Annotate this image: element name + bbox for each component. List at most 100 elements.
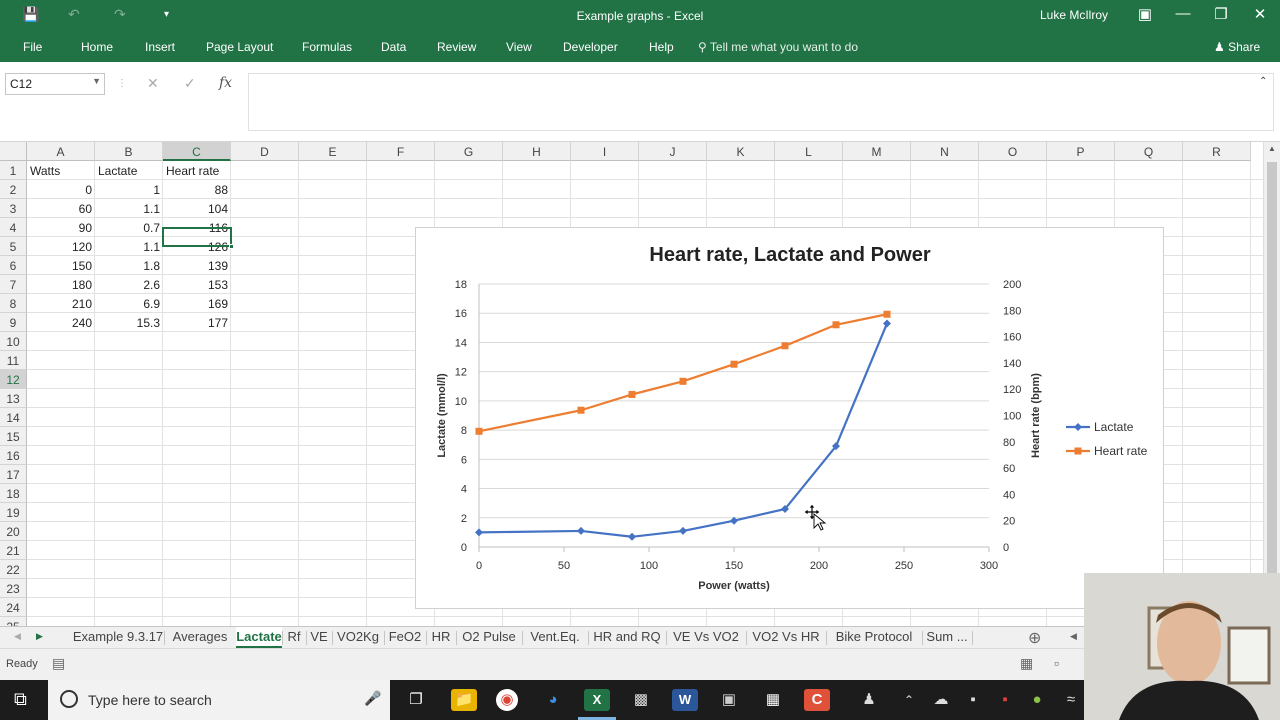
column-header-l[interactable]: L [775, 142, 843, 161]
close-icon[interactable]: ✕ [1245, 5, 1275, 23]
column-header-m[interactable]: M [843, 142, 911, 161]
tab-file[interactable]: File [23, 40, 42, 54]
cell-a8[interactable]: 210 [27, 294, 95, 313]
windows-start-icon[interactable]: ⧉ [14, 689, 27, 710]
column-header-o[interactable]: O [979, 142, 1047, 161]
tab-review[interactable]: Review [437, 40, 476, 54]
cell-b1[interactable]: Lactate [95, 161, 163, 180]
chevron-down-icon[interactable]: ▼ [92, 76, 101, 86]
sheet-tab[interactable]: Bike Protocol [826, 627, 922, 648]
name-box[interactable]: C12 ▼ [5, 73, 105, 95]
sheet-tab[interactable]: HR [426, 627, 456, 648]
row-header-16[interactable]: 16 [0, 446, 27, 465]
scroll-up-icon[interactable]: ▲ [1268, 144, 1276, 153]
cell-b4[interactable]: 0.7 [95, 218, 163, 237]
tell-me-search[interactable]: ⚲ Tell me what you want to do [698, 40, 858, 54]
column-header-g[interactable]: G [435, 142, 503, 161]
horizontal-scroll-left-icon[interactable]: ◀ [1070, 631, 1077, 642]
selected-cell-c12[interactable] [162, 227, 234, 249]
column-header-q[interactable]: Q [1115, 142, 1183, 161]
select-all-corner[interactable] [0, 142, 27, 161]
insert-function-icon[interactable]: fx [219, 75, 232, 91]
row-header-21[interactable]: 21 [0, 541, 27, 560]
cell-c1[interactable]: Heart rate [163, 161, 231, 180]
tab-formulas[interactable]: Formulas [302, 40, 352, 54]
column-header-a[interactable]: A [27, 142, 95, 161]
sheet-tab[interactable]: Rf [282, 627, 306, 648]
row-header-10[interactable]: 10 [0, 332, 27, 351]
tab-home[interactable]: Home [81, 40, 113, 54]
row-header-25[interactable]: 25 [0, 617, 27, 626]
column-header-n[interactable]: N [911, 142, 979, 161]
sheet-tab[interactable]: FeO2 [384, 627, 426, 648]
tab-developer[interactable]: Developer [563, 40, 618, 54]
column-header-d[interactable]: D [231, 142, 299, 161]
vertical-scrollbar[interactable]: ▲ [1263, 142, 1280, 626]
cell-b2[interactable]: 1 [95, 180, 163, 199]
cell-a5[interactable]: 120 [27, 237, 95, 256]
row-header-5[interactable]: 5 [0, 237, 27, 256]
scroll-tabs-left-icon[interactable]: ◀ [14, 631, 21, 642]
sheet-tab[interactable]: VO2Kg [332, 627, 384, 648]
sheet-tab[interactable]: VO2 Vs HR [746, 627, 826, 648]
microphone-icon[interactable]: 🎤 [364, 690, 381, 707]
column-header-b[interactable]: B [95, 142, 163, 161]
cloud-icon[interactable]: ☁ [928, 689, 954, 711]
cancel-entry-icon[interactable]: ✕ [147, 75, 159, 92]
row-header-4[interactable]: 4 [0, 218, 27, 237]
row-header-23[interactable]: 23 [0, 579, 27, 598]
sheet-tab[interactable]: Sum ... [922, 627, 972, 648]
row-header-17[interactable]: 17 [0, 465, 27, 484]
row-header-2[interactable]: 2 [0, 180, 27, 199]
taskbar-search-box[interactable]: Type here to search 🎤 [48, 680, 390, 720]
column-header-f[interactable]: F [367, 142, 435, 161]
row-header-24[interactable]: 24 [0, 598, 27, 617]
sheet-tab[interactable]: Example 9.3.17 [72, 627, 164, 648]
normal-view-icon[interactable]: ▦ [1020, 655, 1033, 672]
row-header-8[interactable]: 8 [0, 294, 27, 313]
row-header-15[interactable]: 15 [0, 427, 27, 446]
cell-a3[interactable]: 60 [27, 199, 95, 218]
collapse-formula-bar-icon[interactable]: ⌃ [1259, 76, 1267, 87]
cell-b3[interactable]: 1.1 [95, 199, 163, 218]
scrollbar-thumb[interactable] [1267, 162, 1277, 582]
cell-a4[interactable]: 90 [27, 218, 95, 237]
show-hidden-icons-icon[interactable]: ⌃ [896, 689, 922, 711]
row-header-13[interactable]: 13 [0, 389, 27, 408]
cell-c3[interactable]: 104 [163, 199, 231, 218]
sheet-tab[interactable]: Vent.Eq. [522, 627, 588, 648]
tab-page-layout[interactable]: Page Layout [206, 40, 273, 54]
cell-b7[interactable]: 2.6 [95, 275, 163, 294]
fill-handle[interactable] [229, 244, 234, 249]
tab-help[interactable]: Help [649, 40, 674, 54]
tab-insert[interactable]: Insert [145, 40, 175, 54]
chrome-icon[interactable]: ◉ [496, 689, 518, 711]
new-sheet-icon[interactable]: ⊕ [1028, 628, 1041, 648]
minimize-icon[interactable]: — [1168, 5, 1198, 22]
cell-c2[interactable]: 88 [163, 180, 231, 199]
screen-recorder-icon[interactable]: ▣ [716, 689, 742, 711]
row-header-11[interactable]: 11 [0, 351, 27, 370]
column-header-r[interactable]: R [1183, 142, 1251, 161]
confirm-entry-icon[interactable]: ✓ [184, 75, 196, 92]
cell-b5[interactable]: 1.1 [95, 237, 163, 256]
sheet-tab[interactable]: HR and RQ [588, 627, 666, 648]
cell-c8[interactable]: 169 [163, 294, 231, 313]
cell-a6[interactable]: 150 [27, 256, 95, 275]
sheet-tab[interactable]: VE [306, 627, 332, 648]
cell-a9[interactable]: 240 [27, 313, 95, 332]
calculator-icon[interactable]: ▦ [760, 689, 786, 711]
cell-b9[interactable]: 15.3 [95, 313, 163, 332]
cell-c9[interactable]: 177 [163, 313, 231, 332]
wifi-icon[interactable]: ≈ [1058, 689, 1084, 711]
cell-c6[interactable]: 139 [163, 256, 231, 275]
tray-app-icon-green[interactable]: ● [1024, 689, 1050, 711]
row-header-22[interactable]: 22 [0, 560, 27, 579]
row-header-3[interactable]: 3 [0, 199, 27, 218]
ribbon-display-options-icon[interactable]: ▣ [1130, 5, 1160, 23]
cell-b8[interactable]: 6.9 [95, 294, 163, 313]
sheet-tab[interactable]: VE Vs VO2 [666, 627, 746, 648]
cell-b6[interactable]: 1.8 [95, 256, 163, 275]
cell-a2[interactable]: 0 [27, 180, 95, 199]
row-header-7[interactable]: 7 [0, 275, 27, 294]
